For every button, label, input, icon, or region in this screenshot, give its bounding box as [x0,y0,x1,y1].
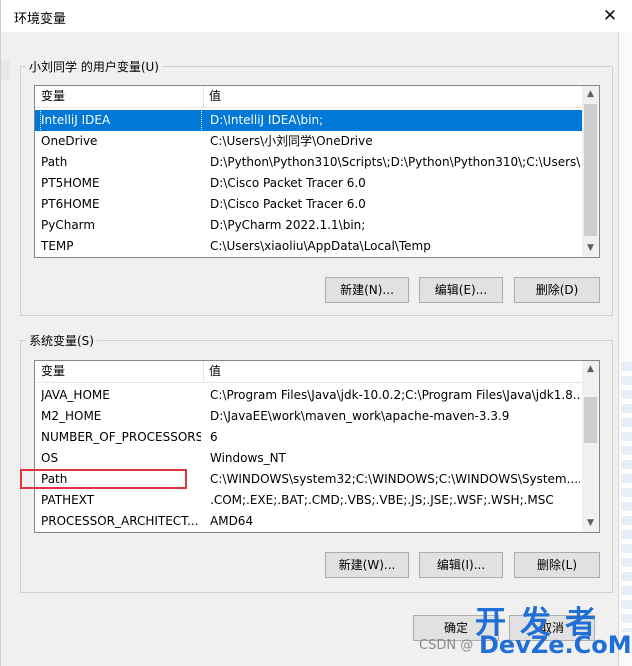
table-row[interactable]: OS Windows_NT [35,448,582,469]
path-highlight-box [20,469,187,489]
system-edit-button[interactable]: 编辑(I)... [419,552,503,578]
user-new-button[interactable]: 新建(N)... [325,277,409,303]
scroll-thumb[interactable] [584,397,597,443]
csdn-credit: CSDN @ [419,638,474,653]
system-delete-button[interactable]: 删除(L) [514,552,600,578]
table-row[interactable]: IntelliJ IDEA D:\IntelliJ IDEA\bin; [35,109,582,132]
table-row[interactable]: OneDrive C:\Users\小刘同学\OneDrive [35,131,582,152]
scroll-down-icon[interactable]: ▼ [582,515,599,532]
table-row[interactable]: PT5HOME D:\Cisco Packet Tracer 6.0 [35,173,582,194]
system-variables-label: 系统变量(S) [26,332,97,349]
variable-value: 6 [210,430,218,444]
column-header-variable[interactable]: 变量 [35,86,65,108]
title-bar: 环境变量 ✕ [1,0,632,32]
variable-name: PyCharm [41,218,96,232]
dialog-title: 环境变量 [14,12,67,27]
column-header-value[interactable]: 值 [203,361,221,383]
table-row[interactable]: PROCESSOR_ARCHITECT... AMD64 [35,511,582,532]
variable-value: AMD64 [210,514,254,528]
user-variables-label: 小刘同学 的用户变量(U) [26,58,162,75]
system-variables-list[interactable]: 变量 值 JAVA_HOME C:\Program Files\Java\jdk-… [34,360,600,533]
table-row[interactable]: PT6HOME D:\Cisco Packet Tracer 6.0 [35,194,582,215]
variable-value: C:\Program Files\Java\jdk-10.0.2;C:\Prog… [210,388,580,402]
column-header-variable[interactable]: 变量 [35,361,65,383]
user-list-scrollbar[interactable]: ▲ ▼ [582,86,599,257]
scroll-up-icon[interactable]: ▲ [582,361,599,378]
user-delete-button[interactable]: 删除(D) [514,277,600,303]
background-window-edge [618,32,632,666]
variable-value: D:\Cisco Packet Tracer 6.0 [210,176,366,190]
variable-name: Path [41,155,68,169]
list-header: 变量 值 [35,361,582,383]
variable-name: PATHEXT [41,493,95,507]
variable-value: D:\IntelliJ IDEA\bin; [210,113,324,127]
table-row[interactable]: JAVA_HOME C:\Program Files\Java\jdk-10.0.… [35,385,582,406]
variable-name: PT6HOME [41,197,100,211]
variable-value: C:\Users\小刘同学\OneDrive [210,134,373,148]
variable-name: PROCESSOR_ARCHITECT... [41,514,199,528]
variable-name: IntelliJ IDEA [40,109,202,132]
system-new-button[interactable]: 新建(W)... [325,552,409,578]
variable-name: TEMP [41,239,74,253]
user-variables-list[interactable]: 变量 值 IntelliJ IDEA D:\IntelliJ IDEA\bin; O… [34,85,600,258]
scroll-thumb[interactable] [584,104,597,236]
variable-name: PT5HOME [41,176,100,190]
environment-variables-dialog: 环境变量 ✕ 小刘同学 的用户变量(U) 变量 值 IntelliJ IDEA D… [0,0,632,666]
user-edit-button[interactable]: 编辑(E)... [419,277,503,303]
variable-name: JAVA_HOME [41,388,110,402]
variable-name: OneDrive [41,134,98,148]
list-header: 变量 值 [35,86,582,108]
variable-value: .COM;.EXE;.BAT;.CMD;.VBS;.VBE;.JS;.JSE;.… [210,493,554,507]
table-row[interactable]: TEMP C:\Users\xiaoliu\AppData\Local\Temp [35,236,582,257]
table-row[interactable]: Path D:\Python\Python310\Scripts\;D:\Pyth… [35,152,582,173]
table-row[interactable]: M2_HOME D:\JavaEE\work\maven_work\apache-… [35,406,582,427]
variable-value: D:\JavaEE\work\maven_work\apache-maven-3… [210,409,510,423]
table-row[interactable]: PyCharm D:\PyCharm 2022.1.1\bin; [35,215,582,236]
scroll-up-icon[interactable]: ▲ [582,86,599,103]
system-list-scrollbar[interactable]: ▲ ▼ [582,361,599,532]
scroll-down-icon[interactable]: ▼ [582,240,599,257]
variable-value: C:\Users\xiaoliu\AppData\Local\Temp [210,239,431,253]
variable-name: NUMBER_OF_PROCESSORS [41,430,201,444]
variable-value: Windows_NT [210,451,286,465]
variable-value: C:\WINDOWS\system32;C:\WINDOWS;C:\WINDOW… [210,472,580,486]
background-window-edge [1,60,10,80]
variable-value: D:\PyCharm 2022.1.1\bin; [210,218,366,232]
watermark-logo: DevZe.CoM [479,631,632,659]
variable-value: D:\Cisco Packet Tracer 6.0 [210,197,366,211]
column-header-value[interactable]: 值 [203,86,221,108]
table-row[interactable]: NUMBER_OF_PROCESSORS 6 [35,427,582,448]
variable-name: OS [41,451,59,465]
variable-name: M2_HOME [41,409,102,423]
variable-value: D:\Python\Python310\Scripts\;D:\Python\P… [210,155,580,169]
close-icon[interactable]: ✕ [596,3,624,29]
table-row[interactable]: PATHEXT .COM;.EXE;.BAT;.CMD;.VBS;.VBE;.JS… [35,490,582,511]
